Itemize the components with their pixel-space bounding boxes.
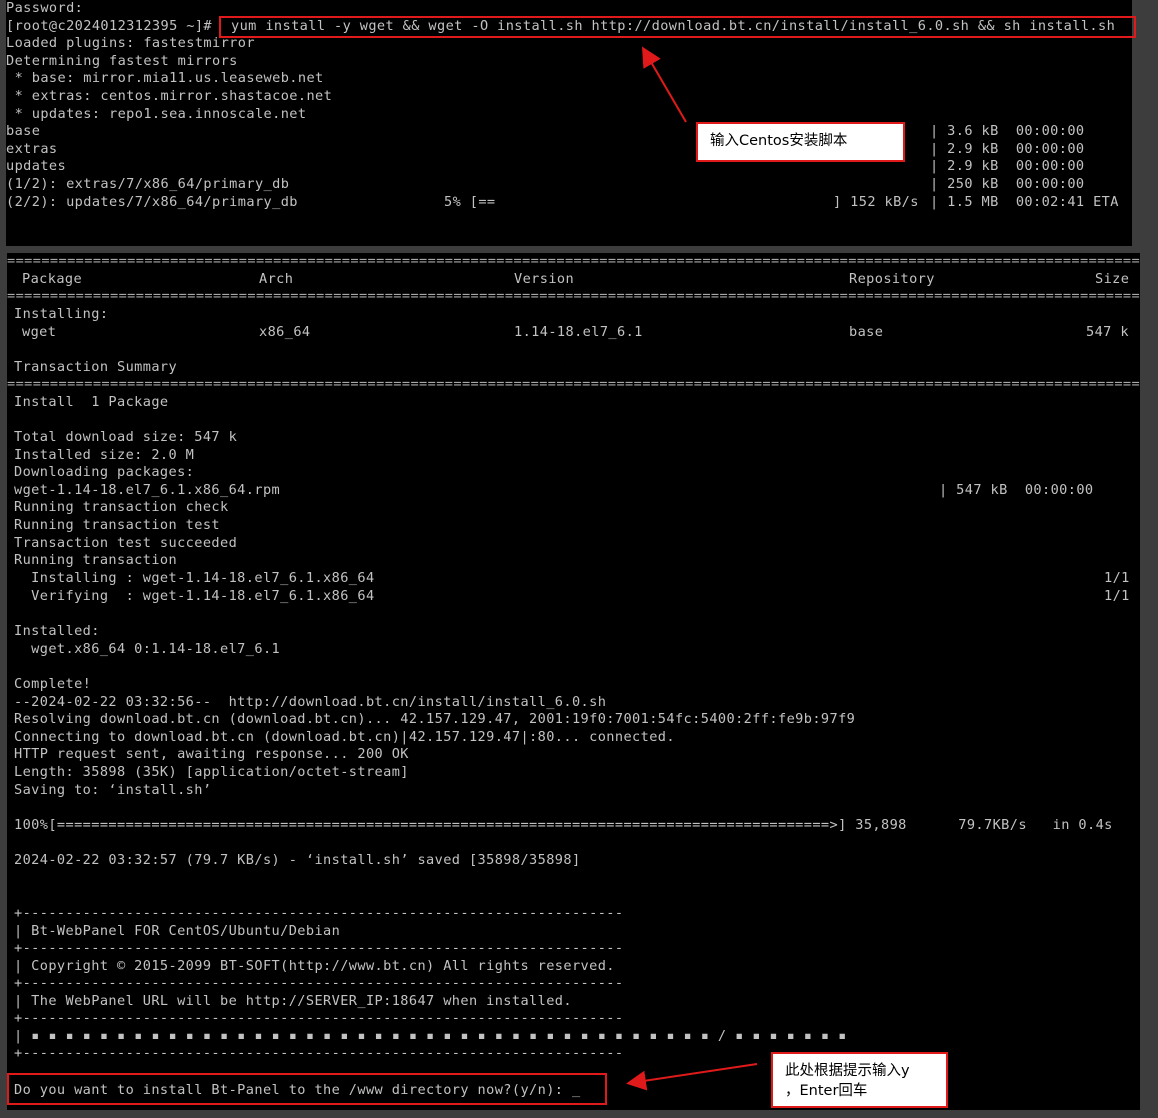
terminal-line: base: [6, 123, 41, 140]
terminal-line: * extras: centos.mirror.shastacoe.net: [6, 88, 333, 104]
separator-rule: ========================================…: [7, 253, 1140, 269]
banner-border: +---------------------------------------…: [14, 1010, 624, 1026]
terminal-line: Installing : wget-1.14-18.el7_6.1.x86_64: [14, 570, 375, 586]
separator-rule: ========================================…: [7, 376, 1140, 392]
callout-text: 此处根据提示输入y: [785, 1063, 910, 1079]
command-highlight-box: [219, 16, 1136, 38]
banner-border: +---------------------------------------…: [14, 1045, 624, 1061]
callout-text: 输入Centos安装脚本: [710, 133, 848, 149]
terminal-line: Password:: [6, 0, 84, 16]
separator-rule: ========================================…: [7, 288, 1140, 304]
terminal-line: Installed:: [14, 623, 100, 639]
terminal-line: Loaded plugins: fastestmirror: [6, 35, 255, 52]
banner-border: +---------------------------------------…: [14, 975, 624, 991]
banner-border: +---------------------------------------…: [14, 940, 624, 956]
terminal-line: Downloading packages:: [14, 464, 195, 480]
terminal-line: wget-1.14-18.el7_6.1.x86_64.rpm: [14, 482, 281, 498]
package-repository: base: [849, 324, 884, 340]
terminal-line: Total download size: 547 k: [14, 429, 238, 445]
terminal-line: Length: 35898 (35K) [application/octet-s…: [14, 764, 409, 780]
step-counter: 1/1: [1104, 588, 1130, 604]
terminal-line: Resolving download.bt.cn (download.bt.cn…: [14, 711, 856, 727]
terminal-line: Running transaction check: [14, 499, 229, 515]
callout-command-note: 输入Centos安装脚本: [696, 122, 905, 162]
terminal-line: Determining fastest mirrors: [6, 52, 238, 69]
package-size: 547 k: [1086, 324, 1129, 340]
repo-stat: | 1.5 MB 00:02:41 ETA: [930, 193, 1119, 210]
installing-label: Installing:: [14, 306, 109, 322]
repo-stat: | 3.6 kB 00:00:00: [930, 123, 1085, 140]
terminal-line: (2/2): updates/7/x86_64/primary_db: [6, 193, 298, 210]
terminal-line: Verifying : wget-1.14-18.el7_6.1.x86_64: [14, 588, 375, 604]
col-header-arch: Arch: [259, 271, 294, 287]
terminal-line: Complete!: [14, 676, 92, 692]
download-rate: ] 152 kB/s: [833, 193, 919, 210]
package-version: 1.14-18.el7_6.1: [514, 324, 643, 340]
col-header-size: Size: [1095, 271, 1130, 287]
terminal-line: HTTP request sent, awaiting response... …: [14, 746, 409, 762]
download-stat: | 547 kB 00:00:00: [939, 482, 1094, 498]
banner-title: | Bt-WebPanel FOR CentOS/Ubuntu/Debian: [14, 923, 341, 939]
prompt-highlight-box: [7, 1073, 607, 1105]
step-counter: 1/1: [1104, 570, 1130, 586]
terminal-line: Running transaction test: [14, 517, 221, 533]
download-progress: 5% [==: [444, 193, 496, 210]
terminal-line: wget.x86_64 0:1.14-18.el7_6.1: [14, 641, 281, 657]
download-progress-bar: 100%[===================================…: [14, 817, 1113, 833]
col-header-package: Package: [22, 271, 83, 287]
terminal-line: updates: [6, 158, 67, 175]
col-header-version: Version: [514, 271, 575, 287]
banner-url-info: | The WebPanel URL will be http://SERVER…: [14, 993, 572, 1009]
transaction-summary-title: Transaction Summary: [14, 359, 178, 375]
package-arch: x86_64: [259, 324, 311, 340]
terminal-line: Saving to: ‘install.sh’: [14, 782, 212, 798]
callout-text: ，Enter回车: [785, 1083, 868, 1099]
repo-stat: | 250 kB 00:00:00: [930, 176, 1085, 192]
terminal-line: Installed size: 2.0 M: [14, 447, 195, 463]
callout-prompt-note: 此处根据提示输入y ，Enter回车: [771, 1052, 948, 1108]
terminal-line: extras: [6, 140, 58, 157]
terminal-line: * updates: repo1.sea.innoscale.net: [6, 105, 307, 122]
terminal-line: * base: mirror.mia11.us.leaseweb.net: [6, 70, 324, 87]
terminal-line: Install 1 Package: [14, 394, 169, 410]
banner-spinner: | ▪ ▪ ▪ ▪ ▪ ▪ ▪ ▪ ▪ ▪ ▪ ▪ ▪ ▪ ▪ ▪ ▪ ▪ ▪ …: [14, 1028, 847, 1044]
terminal-line: --2024-02-22 03:32:56-- http://download.…: [14, 694, 607, 710]
repo-stat: | 2.9 kB 00:00:00: [930, 140, 1085, 157]
col-header-repository: Repository: [849, 271, 935, 287]
terminal-line: 2024-02-22 03:32:57 (79.7 KB/s) - ‘insta…: [14, 852, 581, 868]
terminal-line: Running transaction: [14, 552, 178, 568]
repo-stat: | 2.9 kB 00:00:00: [930, 158, 1085, 175]
terminal-window-bottom[interactable]: ========================================…: [7, 253, 1140, 1110]
terminal-line: Transaction test succeeded: [14, 535, 238, 551]
terminal-line: (1/2): extras/7/x86_64/primary_db: [6, 176, 290, 192]
shell-prompt: [root@c2024012312395 ~]#: [6, 17, 221, 34]
package-name: wget: [22, 324, 57, 340]
terminal-line: Connecting to download.bt.cn (download.b…: [14, 729, 675, 745]
banner-copyright: | Copyright © 2015-2099 BT-SOFT(http://w…: [14, 958, 615, 974]
banner-border: +---------------------------------------…: [14, 905, 624, 921]
